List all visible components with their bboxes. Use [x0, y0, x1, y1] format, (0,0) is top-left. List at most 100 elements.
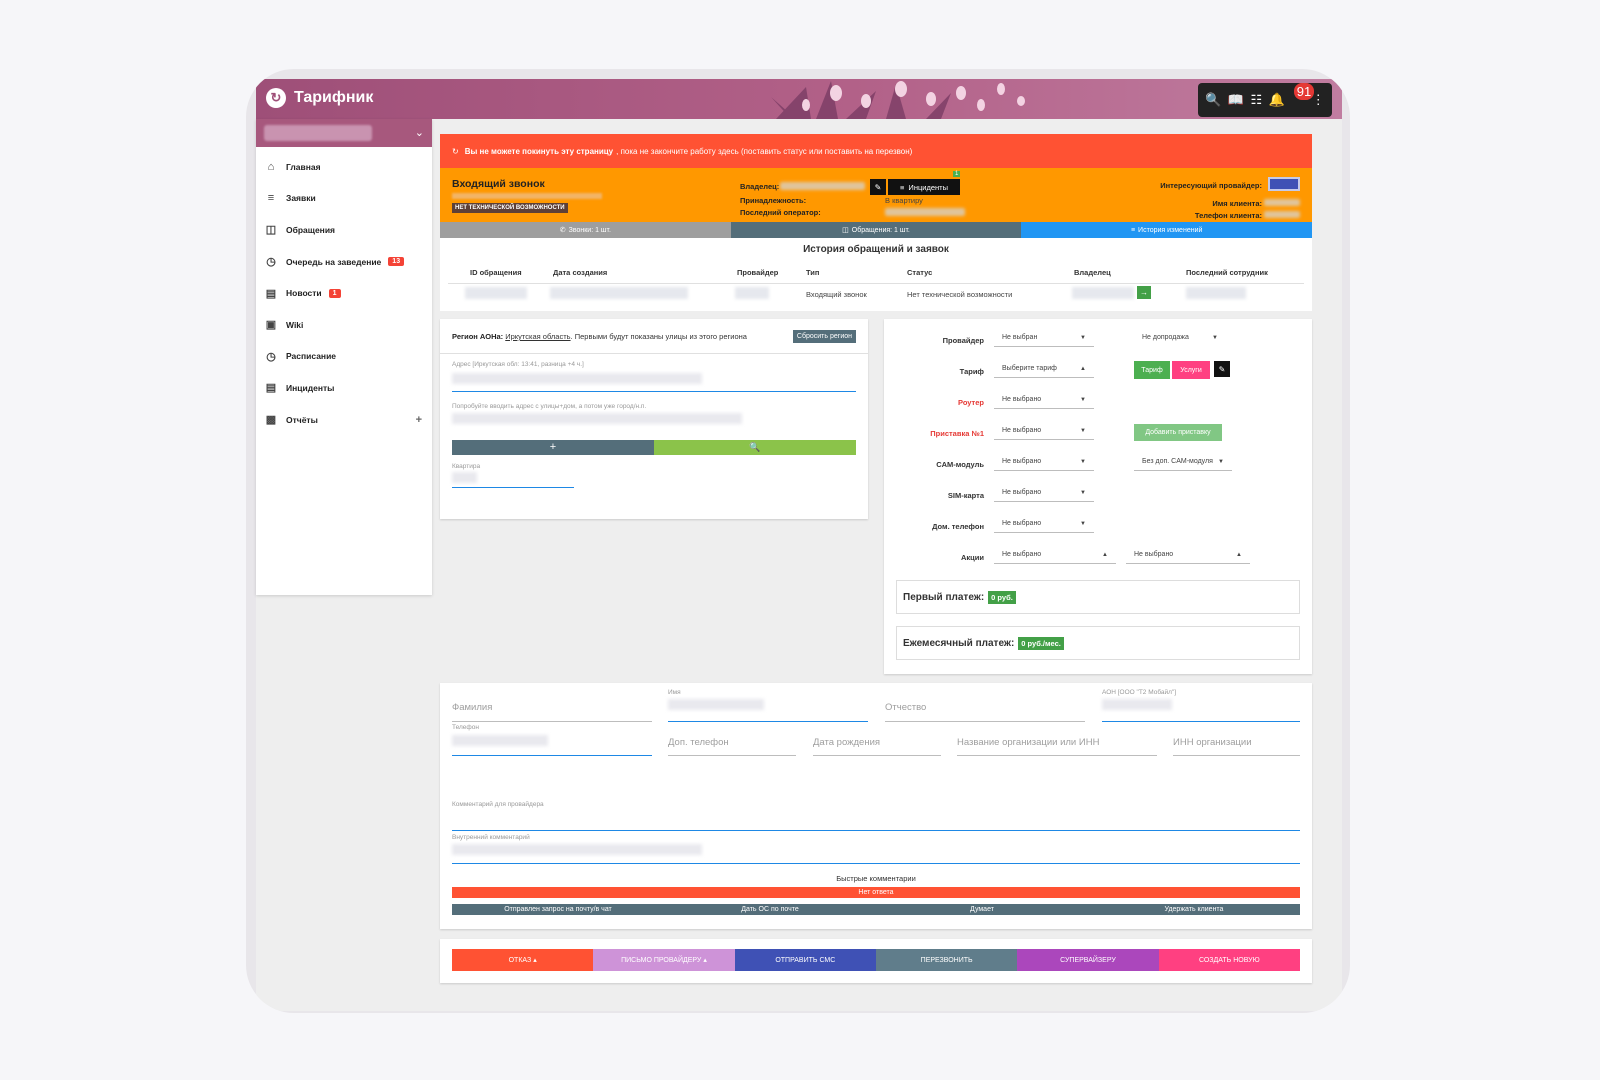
cam-label: CAM-модуль: [936, 460, 984, 469]
add-stb-button[interactable]: Добавить приставку: [1134, 424, 1222, 441]
sidebar-item-requests[interactable]: ≡ Заявки: [256, 183, 432, 215]
address-suggestion-blurred[interactable]: [452, 413, 742, 424]
call-tabs: ✆ Звонки: 1 шт. ◫ Обращения: 1 шт. ≡ Истори…: [440, 222, 1313, 238]
tariff-label: Тариф: [959, 367, 984, 376]
bell-icon[interactable]: 🔔91: [1269, 83, 1315, 108]
more-vert-icon[interactable]: ⋮: [1312, 92, 1325, 108]
tab-appeals[interactable]: ◫ Обращения: 1 шт.: [730, 222, 1022, 238]
birthdate-field[interactable]: Дата рождения: [813, 737, 880, 748]
incidents-badge: 1: [953, 171, 961, 177]
quick-comment-retain[interactable]: Удержать клиента: [1088, 904, 1300, 915]
contact-card-icon: ◫: [842, 227, 849, 234]
tariff-select[interactable]: Выберите тариф ▲: [994, 362, 1094, 378]
phone-value-blurred[interactable]: [452, 735, 548, 746]
news-icon: ▤: [265, 287, 277, 300]
chevron-down-icon[interactable]: ⌄: [415, 126, 424, 139]
id-blurred: [465, 287, 527, 299]
send-sms-button[interactable]: ОТПРАВИТЬ СМС: [734, 949, 876, 971]
call-back-button[interactable]: ПЕРЕЗВОНИТЬ: [875, 949, 1018, 971]
monthly-payment-amount: 0 руб./мес.: [1018, 636, 1064, 650]
sim-select[interactable]: Не выбрано ▼: [994, 486, 1094, 502]
sitemap-icon[interactable]: ☷: [1251, 92, 1263, 108]
client-name-label: Имя клиента:: [1212, 199, 1262, 208]
cam-select[interactable]: Не выбрано ▼: [994, 455, 1094, 471]
top-bar: ↻ Тарифник 🔍 📖 ☷ 🔔91 ⋮: [256, 79, 1342, 119]
sidebar-item-wiki[interactable]: ▣ Wiki: [256, 309, 432, 341]
user-selector[interactable]: ⌄: [256, 119, 432, 147]
extra-phone-field[interactable]: Доп. телефон: [668, 737, 729, 748]
quick-comment-mail-chat[interactable]: Отправлен запрос на почту/в чат: [452, 904, 664, 915]
provider-select[interactable]: Не выбран ▼: [994, 331, 1094, 347]
promo-select-2[interactable]: Не выбрано ▲: [1126, 548, 1250, 564]
org-field[interactable]: Название организации или ИНН: [957, 737, 1099, 748]
sidebar-item-incidents[interactable]: ▤ Инциденты: [256, 372, 432, 404]
promo-select-1[interactable]: Не выбрано ▲: [994, 548, 1116, 564]
arrow-right-icon[interactable]: →: [1137, 286, 1151, 299]
internal-comment-blurred[interactable]: [452, 844, 702, 855]
patronymic-field[interactable]: Отчество: [885, 702, 926, 713]
edit-icon[interactable]: ✎: [1214, 361, 1230, 377]
services-button[interactable]: Услуги: [1172, 361, 1210, 379]
chart-icon: ▩: [265, 414, 277, 427]
router-select[interactable]: Не выбрано ▼: [994, 393, 1094, 409]
supervisor-button[interactable]: СУПЕРВАЙЗЕРУ: [1017, 949, 1159, 971]
search-icon[interactable]: 🔍: [1205, 92, 1221, 108]
interested-provider-label: Интересующий провайдер:: [1160, 181, 1262, 190]
client-name-blurred: [1264, 199, 1300, 206]
sidebar-item-reports[interactable]: ▩ Отчёты +: [256, 404, 432, 436]
surname-field[interactable]: Фамилия: [452, 702, 492, 713]
search-button[interactable]: 🔍: [654, 440, 856, 455]
provider-comment-field[interactable]: [452, 830, 1300, 831]
name-label: Имя: [668, 689, 681, 696]
date-blurred: [550, 287, 688, 299]
aon-value-blurred[interactable]: [1102, 699, 1172, 710]
create-new-button[interactable]: СОЗДАТЬ НОВУЮ: [1158, 949, 1300, 971]
region-link[interactable]: Иркутская область: [505, 332, 570, 341]
no-answer-button[interactable]: Нет ответа: [452, 887, 1300, 898]
sidebar-nav: ⌂ Главная ≡ Заявки ◫ Обращения ◷ Очередь на …: [256, 147, 432, 435]
promo-label: Акции: [960, 553, 984, 562]
sidebar-item-news[interactable]: ▤ Новости 1: [256, 277, 432, 309]
header-toolbar: 🔍 📖 ☷ 🔔91 ⋮: [1198, 83, 1332, 117]
tab-calls[interactable]: ✆ Звонки: 1 шт.: [440, 222, 731, 238]
tab-history[interactable]: ≡ История изменений: [1021, 222, 1313, 238]
plus-icon[interactable]: +: [416, 414, 422, 426]
list-icon: ≡: [267, 192, 275, 205]
home-phone-select[interactable]: Не выбрано ▼: [994, 517, 1094, 533]
sidebar-item-home[interactable]: ⌂ Главная: [256, 151, 432, 183]
book-icon[interactable]: 📖: [1228, 92, 1244, 108]
apartment-underline: [452, 487, 574, 488]
stb-select[interactable]: Не выбрано ▼: [994, 424, 1094, 440]
name-value-blurred[interactable]: [668, 699, 764, 710]
internal-comment-underline: [452, 863, 1300, 864]
reject-button[interactable]: ОТКАЗ ▴: [452, 949, 594, 971]
app-logo[interactable]: ↻ Тарифник: [266, 88, 373, 108]
sidebar-item-appeals[interactable]: ◫ Обращения: [256, 214, 432, 246]
apartment-value-blurred[interactable]: [452, 472, 477, 483]
region-line: Регион АОНа: Иркутская область. Первыми …: [452, 332, 747, 341]
edit-owner-icon[interactable]: ✎: [870, 179, 886, 195]
monthly-payment-box: Ежемесячный платеж: 0 руб./мес.: [896, 626, 1300, 660]
upsell-select[interactable]: Не допродажа ▼: [1134, 331, 1226, 347]
cam-extra-select[interactable]: Без доп. CAM-модуля ▼: [1134, 455, 1232, 471]
reset-region-button[interactable]: Сбросить регион: [792, 330, 856, 343]
letter-provider-button[interactable]: ПИСЬМО ПРОВАЙДЕРУ ▴: [593, 949, 735, 971]
org-inn-field[interactable]: ИНН организации: [1173, 737, 1252, 748]
home-phone-label: Дом. телефон: [932, 522, 984, 531]
org-underline: [957, 755, 1157, 756]
flowers-decoration: [771, 81, 1025, 119]
add-button[interactable]: +: [452, 440, 654, 455]
apartment-label: Квартира: [452, 463, 481, 470]
incidents-button[interactable]: ≡ Инциденты: [888, 179, 960, 195]
sidebar-item-queue[interactable]: ◷ Очередь на заведение 13: [256, 246, 432, 278]
sidebar-item-schedule[interactable]: ◷ Расписание: [256, 341, 432, 373]
quick-comment-feedback-mail[interactable]: Дать ОС по почте: [664, 904, 876, 915]
action-bar: ОТКАЗ ▴ ПИСЬМО ПРОВАЙДЕРУ ▴ ОТПРАВИТЬ СМС …: [440, 939, 1312, 983]
box-icon: ▣: [265, 319, 277, 332]
queue-badge: 13: [388, 257, 405, 267]
provider-label: Провайдер: [942, 336, 984, 345]
address-value-blurred[interactable]: [452, 373, 702, 384]
tariff-button[interactable]: Тариф: [1134, 361, 1170, 379]
alarm-icon: ◷: [266, 256, 276, 269]
quick-comment-thinking[interactable]: Думает: [876, 904, 1088, 915]
